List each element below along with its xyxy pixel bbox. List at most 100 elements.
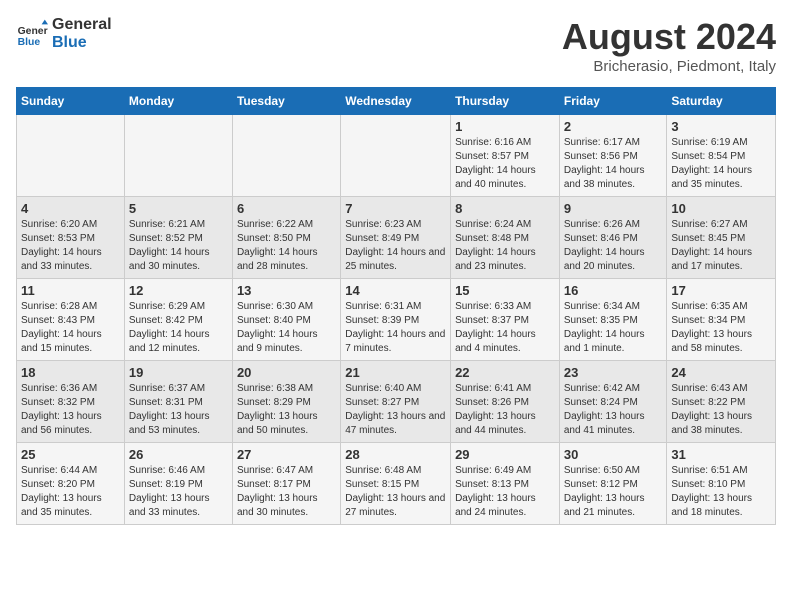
calendar-cell: 15 Sunrise: 6:33 AM Sunset: 8:37 PM Dayli… — [451, 279, 560, 361]
calendar-cell: 26 Sunrise: 6:46 AM Sunset: 8:19 PM Dayli… — [124, 443, 232, 525]
calendar-cell: 8 Sunrise: 6:24 AM Sunset: 8:48 PM Daylig… — [451, 197, 560, 279]
day-info: Sunrise: 6:17 AM Sunset: 8:56 PM Dayligh… — [564, 136, 663, 192]
day-number: 18 — [21, 365, 120, 380]
calendar-cell: 25Sunrise: 6:44 AM Sunset: 8:20 PM Dayli… — [17, 443, 125, 525]
calendar-cell: 23 Sunrise: 6:42 AM Sunset: 8:24 PM Dayli… — [559, 361, 667, 443]
day-info: Sunrise: 6:42 AM Sunset: 8:24 PM Dayligh… — [564, 382, 663, 438]
calendar-cell: 12 Sunrise: 6:29 AM Sunset: 8:42 PM Dayli… — [124, 279, 232, 361]
calendar-cell — [17, 115, 125, 197]
day-number: 30 — [564, 447, 663, 462]
day-number: 20 — [237, 365, 336, 380]
day-info: Sunrise: 6:20 AM Sunset: 8:53 PM Dayligh… — [21, 218, 120, 274]
calendar-cell: 24Sunrise: 6:43 AM Sunset: 8:22 PM Dayli… — [667, 361, 776, 443]
day-number: 1 — [455, 119, 555, 134]
calendar-cell: 2 Sunrise: 6:17 AM Sunset: 8:56 PM Daylig… — [559, 115, 667, 197]
calendar-cell: 22 Sunrise: 6:41 AM Sunset: 8:26 PM Dayli… — [451, 361, 560, 443]
day-info: Sunrise: 6:21 AM Sunset: 8:52 PM Dayligh… — [129, 218, 228, 274]
day-info: Sunrise: 6:29 AM Sunset: 8:42 PM Dayligh… — [129, 300, 228, 356]
day-number: 28 — [345, 447, 446, 462]
weekday-header-wednesday: Wednesday — [341, 88, 451, 115]
weekday-header-monday: Monday — [124, 88, 232, 115]
svg-text:General: General — [18, 26, 48, 37]
calendar-cell: 16 Sunrise: 6:34 AM Sunset: 8:35 PM Dayli… — [559, 279, 667, 361]
day-number: 12 — [129, 283, 228, 298]
day-info: Sunrise: 6:50 AM Sunset: 8:12 PM Dayligh… — [564, 464, 663, 520]
day-number: 2 — [564, 119, 663, 134]
month-title: August 2024 — [562, 16, 776, 58]
calendar-cell: 6 Sunrise: 6:22 AM Sunset: 8:50 PM Daylig… — [232, 197, 340, 279]
logo-icon: General Blue — [16, 18, 48, 50]
day-number: 29 — [455, 447, 555, 462]
svg-text:Blue: Blue — [18, 37, 41, 48]
page-header: General Blue General Blue August 2024 Br… — [16, 16, 776, 75]
logo-line2: Blue — [52, 34, 112, 52]
calendar-cell: 1 Sunrise: 6:16 AM Sunset: 8:57 PM Daylig… — [451, 115, 560, 197]
title-block: August 2024 Bricherasio, Piedmont, Italy — [562, 16, 776, 75]
day-info: Sunrise: 6:38 AM Sunset: 8:29 PM Dayligh… — [237, 382, 336, 438]
day-number: 22 — [455, 365, 555, 380]
day-number: 10 — [671, 201, 771, 216]
day-info: Sunrise: 6:26 AM Sunset: 8:46 PM Dayligh… — [564, 218, 663, 274]
day-number: 3 — [671, 119, 771, 134]
calendar-cell: 17Sunrise: 6:35 AM Sunset: 8:34 PM Dayli… — [667, 279, 776, 361]
day-info: Sunrise: 6:43 AM Sunset: 8:22 PM Dayligh… — [671, 382, 771, 438]
calendar-cell: 29 Sunrise: 6:49 AM Sunset: 8:13 PM Dayli… — [451, 443, 560, 525]
day-info: Sunrise: 6:40 AM Sunset: 8:27 PM Dayligh… — [345, 382, 446, 438]
day-info: Sunrise: 6:46 AM Sunset: 8:19 PM Dayligh… — [129, 464, 228, 520]
calendar-cell: 4Sunrise: 6:20 AM Sunset: 8:53 PM Daylig… — [17, 197, 125, 279]
day-number: 31 — [671, 447, 771, 462]
calendar-cell: 9 Sunrise: 6:26 AM Sunset: 8:46 PM Daylig… — [559, 197, 667, 279]
day-number: 7 — [345, 201, 446, 216]
weekday-header-saturday: Saturday — [667, 88, 776, 115]
calendar-cell: 11 Sunrise: 6:28 AM Sunset: 8:43 PM Dayli… — [17, 279, 125, 361]
day-info: Sunrise: 6:30 AM Sunset: 8:40 PM Dayligh… — [237, 300, 336, 356]
calendar-cell: 13 Sunrise: 6:30 AM Sunset: 8:40 PM Dayli… — [232, 279, 340, 361]
day-info: Sunrise: 6:47 AM Sunset: 8:17 PM Dayligh… — [237, 464, 336, 520]
calendar-cell: 14Sunrise: 6:31 AM Sunset: 8:39 PM Dayli… — [341, 279, 451, 361]
day-number: 13 — [237, 283, 336, 298]
day-info: Sunrise: 6:27 AM Sunset: 8:45 PM Dayligh… — [671, 218, 771, 274]
day-number: 15 — [455, 283, 555, 298]
day-number: 11 — [21, 283, 120, 298]
day-number: 26 — [129, 447, 228, 462]
day-number: 19 — [129, 365, 228, 380]
day-number: 21 — [345, 365, 446, 380]
day-number: 23 — [564, 365, 663, 380]
day-info: Sunrise: 6:19 AM Sunset: 8:54 PM Dayligh… — [671, 136, 771, 192]
day-number: 16 — [564, 283, 663, 298]
day-info: Sunrise: 6:22 AM Sunset: 8:50 PM Dayligh… — [237, 218, 336, 274]
weekday-header-thursday: Thursday — [451, 88, 560, 115]
day-info: Sunrise: 6:37 AM Sunset: 8:31 PM Dayligh… — [129, 382, 228, 438]
calendar-cell: 31 Sunrise: 6:51 AM Sunset: 8:10 PM Dayli… — [667, 443, 776, 525]
day-info: Sunrise: 6:24 AM Sunset: 8:48 PM Dayligh… — [455, 218, 555, 274]
day-info: Sunrise: 6:28 AM Sunset: 8:43 PM Dayligh… — [21, 300, 120, 356]
day-number: 8 — [455, 201, 555, 216]
calendar-cell: 28Sunrise: 6:48 AM Sunset: 8:15 PM Dayli… — [341, 443, 451, 525]
day-info: Sunrise: 6:41 AM Sunset: 8:26 PM Dayligh… — [455, 382, 555, 438]
calendar-cell — [341, 115, 451, 197]
day-number: 9 — [564, 201, 663, 216]
calendar-cell: 18 Sunrise: 6:36 AM Sunset: 8:32 PM Dayli… — [17, 361, 125, 443]
day-info: Sunrise: 6:35 AM Sunset: 8:34 PM Dayligh… — [671, 300, 771, 356]
day-info: Sunrise: 6:51 AM Sunset: 8:10 PM Dayligh… — [671, 464, 771, 520]
calendar-cell: 10 Sunrise: 6:27 AM Sunset: 8:45 PM Dayli… — [667, 197, 776, 279]
day-info: Sunrise: 6:44 AM Sunset: 8:20 PM Dayligh… — [21, 464, 120, 520]
day-info: Sunrise: 6:34 AM Sunset: 8:35 PM Dayligh… — [564, 300, 663, 356]
day-number: 14 — [345, 283, 446, 298]
day-number: 27 — [237, 447, 336, 462]
calendar-cell: 7 Sunrise: 6:23 AM Sunset: 8:49 PM Daylig… — [341, 197, 451, 279]
weekday-header-tuesday: Tuesday — [232, 88, 340, 115]
day-info: Sunrise: 6:23 AM Sunset: 8:49 PM Dayligh… — [345, 218, 446, 274]
day-info: Sunrise: 6:16 AM Sunset: 8:57 PM Dayligh… — [455, 136, 555, 192]
calendar-cell: 21 Sunrise: 6:40 AM Sunset: 8:27 PM Dayli… — [341, 361, 451, 443]
calendar-table: SundayMondayTuesdayWednesdayThursdayFrid… — [16, 87, 776, 525]
calendar-cell: 5Sunrise: 6:21 AM Sunset: 8:52 PM Daylig… — [124, 197, 232, 279]
calendar-cell: 20 Sunrise: 6:38 AM Sunset: 8:29 PM Dayli… — [232, 361, 340, 443]
day-number: 6 — [237, 201, 336, 216]
day-info: Sunrise: 6:49 AM Sunset: 8:13 PM Dayligh… — [455, 464, 555, 520]
calendar-cell — [232, 115, 340, 197]
day-info: Sunrise: 6:36 AM Sunset: 8:32 PM Dayligh… — [21, 382, 120, 438]
day-info: Sunrise: 6:33 AM Sunset: 8:37 PM Dayligh… — [455, 300, 555, 356]
calendar-cell: 19 Sunrise: 6:37 AM Sunset: 8:31 PM Dayli… — [124, 361, 232, 443]
location: Bricherasio, Piedmont, Italy — [562, 58, 776, 75]
